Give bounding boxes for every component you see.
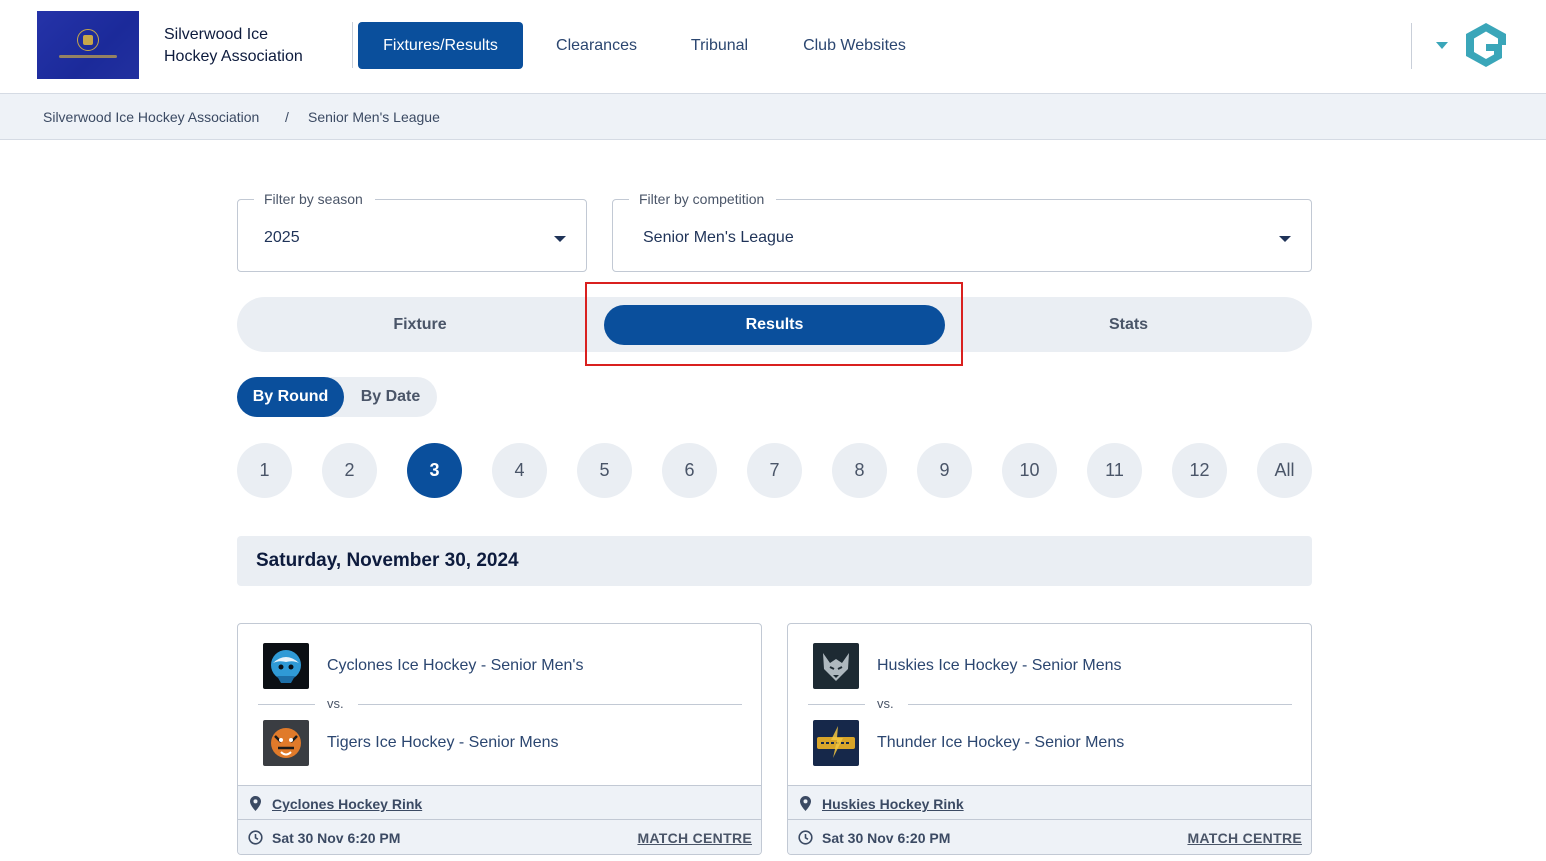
chevron-down-icon[interactable] [1436,42,1448,49]
thunder-logo-icon [813,720,859,766]
nav-clearances[interactable]: Clearances [548,22,645,69]
round-button[interactable]: 8 [832,443,887,498]
breadcrumb: Silverwood Ice Hockey Association / Seni… [0,94,1546,140]
season-label: Filter by season [254,190,375,208]
season-value: 2025 [264,229,300,246]
org-name-line1: Silverwood Ice [164,26,269,43]
time-row: Sat 30 Nov 6:20 PM MATCH CENTRE [238,820,761,854]
view-toggle: By Round By Date [237,377,437,417]
match-time: Sat 30 Nov 6:20 PM [822,830,951,846]
nav-fixtures-results[interactable]: Fixtures/Results [358,22,523,69]
clock-icon [798,830,813,845]
map-pin-icon [250,796,261,811]
match-centre-link[interactable]: MATCH CENTRE [1187,829,1302,847]
round-button[interactable]: 1 [237,443,292,498]
match-card: Cyclones Ice Hockey - Senior Men's vs. T… [237,623,762,855]
round-button[interactable]: 12 [1172,443,1227,498]
logo-tagline-mark [59,55,117,58]
home-team-name[interactable]: Huskies Ice Hockey - Senior Mens [877,656,1122,676]
round-button[interactable]: 10 [1002,443,1057,498]
venue-link[interactable]: Huskies Hockey Rink [822,795,964,813]
breadcrumb-association[interactable]: Silverwood Ice Hockey Association [43,108,259,126]
match-centre-link[interactable]: MATCH CENTRE [637,829,752,847]
team-logo [263,643,309,689]
home-team-name[interactable]: Cyclones Ice Hockey - Senior Men's [327,656,583,676]
date-heading: Saturday, November 30, 2024 [256,550,519,571]
away-team-name[interactable]: Tigers Ice Hockey - Senior Mens [327,733,558,753]
team-logo [263,720,309,766]
org-name-line2: Hockey Association [164,48,303,65]
time-row: Sat 30 Nov 6:20 PM MATCH CENTRE [788,820,1311,854]
by-date-button[interactable]: By Date [344,377,437,417]
divider [358,704,742,705]
divider [258,704,315,705]
divider [808,704,865,705]
competition-value: Senior Men's League [643,229,794,246]
tab-fixture[interactable]: Fixture [237,297,603,352]
org-name[interactable]: Silverwood Ice Hockey Association [164,24,334,68]
chevron-down-icon [1279,236,1291,242]
cyclones-logo-icon [263,643,309,689]
header-divider-right [1411,23,1412,69]
breadcrumb-current: Senior Men's League [308,109,440,125]
nav-club-websites[interactable]: Club Websites [795,22,914,69]
huskies-logo-icon [813,643,859,689]
site-header: Silverwood Ice Hockey Association Fixtur… [0,0,1546,94]
competition-label: Filter by competition [629,190,777,208]
away-team-name[interactable]: Thunder Ice Hockey - Senior Mens [877,733,1124,753]
match-card: Huskies Ice Hockey - Senior Mens vs. Thu… [787,623,1312,855]
round-button[interactable]: 9 [917,443,972,498]
competition-select[interactable]: Filter by competition Senior Men's Leagu… [612,190,1312,272]
team-logo [813,643,859,689]
vs-label: vs. [877,696,894,711]
venue-row: Cyclones Hockey Rink [238,785,761,820]
divider [908,704,1292,705]
round-button[interactable]: 7 [747,443,802,498]
venue-row: Huskies Hockey Rink [788,785,1311,820]
season-select[interactable]: Filter by season 2025 [237,190,587,272]
round-button[interactable]: 11 [1087,443,1142,498]
gameday-logo-icon[interactable] [1463,21,1509,69]
tab-stats[interactable]: Stats [945,297,1312,352]
team-logo [813,720,859,766]
tigers-logo-icon [263,720,309,766]
breadcrumb-separator: / [285,109,289,125]
map-pin-icon [800,796,811,811]
round-button-all[interactable]: All [1257,443,1312,498]
nav-tribunal[interactable]: Tribunal [683,22,756,69]
by-round-button[interactable]: By Round [237,377,344,417]
round-button[interactable]: 5 [577,443,632,498]
chevron-down-icon [554,236,566,242]
round-button[interactable]: 2 [322,443,377,498]
header-divider [352,22,353,68]
highlight-box [585,282,963,366]
round-button-active[interactable]: 3 [407,443,462,498]
association-logo[interactable] [37,11,139,79]
round-button[interactable]: 6 [662,443,717,498]
date-heading-bar: Saturday, November 30, 2024 [237,536,1312,586]
crest-icon [77,29,99,51]
vs-label: vs. [327,696,344,711]
clock-icon [248,830,263,845]
round-button[interactable]: 4 [492,443,547,498]
match-time: Sat 30 Nov 6:20 PM [272,830,401,846]
venue-link[interactable]: Cyclones Hockey Rink [272,795,422,813]
